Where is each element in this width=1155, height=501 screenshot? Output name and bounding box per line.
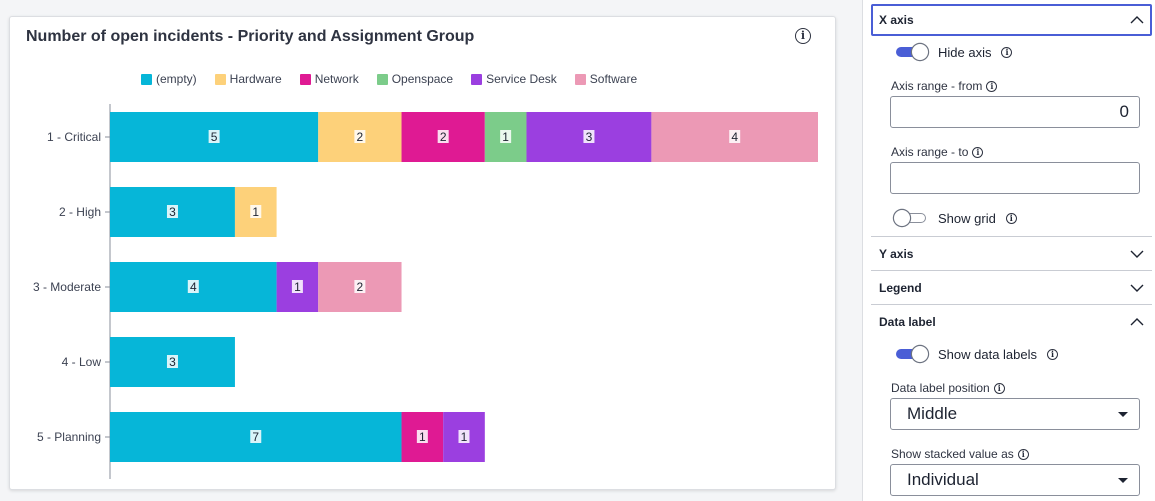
axis-range-to-label-row: Axis range - to i (891, 145, 984, 159)
section-divider (871, 236, 1152, 237)
hide-axis-row: Hide axis i (894, 44, 1013, 60)
show-grid-label: Show grid (938, 210, 996, 226)
stacked-value-select[interactable]: Individual (890, 464, 1140, 496)
data-label: 1 (252, 205, 259, 219)
data-label-position-select[interactable]: Middle (890, 398, 1140, 430)
section-divider (871, 270, 1152, 271)
stacked-bar-chart: 1 - Critical 5 2 2 1 3 4 2 - High 3 1 3 - Moderate… (33, 104, 818, 479)
section-legend-header[interactable]: Legend (871, 272, 1152, 304)
data-label: 3 (169, 355, 176, 369)
section-data-label-header[interactable]: Data label (871, 306, 1152, 338)
section-legend-label: Legend (879, 281, 922, 295)
data-label: 4 (190, 280, 197, 294)
data-label: 4 (731, 130, 738, 144)
show-data-labels-toggle[interactable] (894, 346, 928, 362)
show-grid-row: Show grid i (894, 210, 1017, 226)
caret-down-icon (1118, 411, 1128, 417)
chevron-down-icon (1130, 284, 1144, 292)
section-data-label-label: Data label (879, 315, 936, 329)
axis-range-from-label-row: Axis range - from i (891, 79, 998, 93)
chevron-up-icon (1130, 318, 1144, 326)
section-y-axis-header[interactable]: Y axis (871, 238, 1152, 270)
data-label: 2 (357, 280, 364, 294)
chevron-down-icon (1130, 250, 1144, 258)
data-label-position-value: Middle (907, 404, 958, 423)
data-label-position-label-row: Data label position i (891, 381, 1005, 395)
stacked-value-label: Show stacked value as (891, 447, 1014, 461)
y-tick-label: 5 - Planning (37, 430, 101, 444)
axis-range-from-label: Axis range - from (891, 79, 983, 93)
data-label: 7 (252, 430, 259, 444)
chart-settings-panel: X axis Hide axis i Axis range - from i A… (862, 0, 1155, 501)
chevron-up-icon (1130, 16, 1144, 24)
axis-range-to-input[interactable] (890, 162, 1140, 194)
data-label: 1 (502, 130, 509, 144)
show-data-labels-label: Show data labels (938, 346, 1038, 362)
info-icon[interactable]: i (1001, 46, 1013, 58)
section-x-axis-label: X axis (879, 13, 914, 27)
data-label: 3 (586, 130, 593, 144)
data-label: 1 (294, 280, 301, 294)
hide-axis-toggle[interactable] (894, 44, 928, 60)
hide-axis-label: Hide axis (938, 44, 992, 60)
section-x-axis-header[interactable]: X axis (871, 4, 1152, 36)
info-icon[interactable]: i (1047, 348, 1059, 360)
data-label-position-label: Data label position (891, 381, 990, 395)
section-y-axis-label: Y axis (879, 247, 914, 261)
caret-down-icon (1118, 477, 1128, 483)
stacked-value-value: Individual (907, 470, 979, 489)
y-tick-label: 2 - High (59, 205, 101, 219)
y-tick-label: 3 - Moderate (33, 280, 101, 294)
info-icon[interactable]: i (972, 146, 984, 158)
axis-range-from-input[interactable] (890, 96, 1140, 128)
show-data-labels-row: Show data labels i (894, 346, 1059, 362)
info-icon[interactable]: i (1005, 212, 1017, 224)
show-grid-toggle[interactable] (894, 210, 928, 226)
stacked-value-label-row: Show stacked value as i (891, 447, 1029, 461)
data-label: 5 (211, 130, 218, 144)
data-label: 2 (440, 130, 447, 144)
section-divider (871, 304, 1152, 305)
info-icon[interactable]: i (1017, 448, 1029, 460)
info-icon[interactable]: i (993, 382, 1005, 394)
chart-card: Number of open incidents - Priority and … (9, 16, 836, 490)
data-label: 1 (461, 430, 468, 444)
data-label: 1 (419, 430, 426, 444)
info-icon[interactable]: i (986, 80, 998, 92)
y-tick-label: 1 - Critical (47, 130, 101, 144)
data-label: 3 (169, 205, 176, 219)
axis-range-to-label: Axis range - to (891, 145, 969, 159)
data-label: 2 (357, 130, 364, 144)
y-tick-label: 4 - Low (62, 355, 102, 369)
